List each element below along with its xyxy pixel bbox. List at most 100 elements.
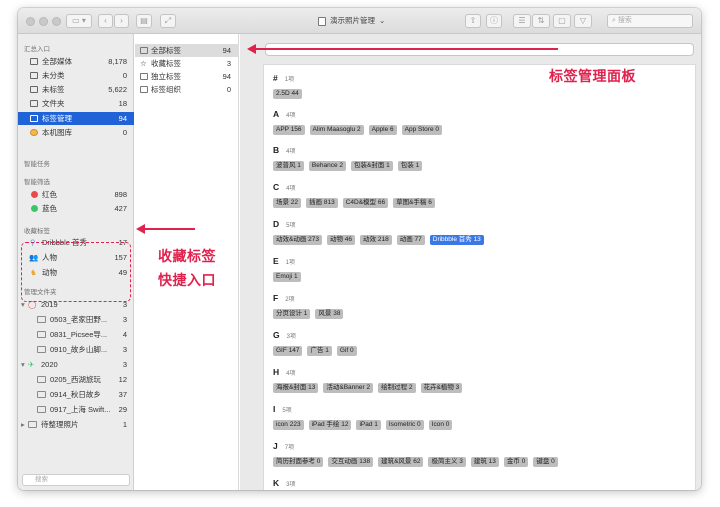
preview-button[interactable]: ▢ <box>553 14 571 28</box>
toolbar-search-input[interactable]: ⌕ 搜索 <box>607 14 693 28</box>
tag-chip[interactable]: Alim Maasoglu 2 <box>309 125 364 135</box>
tag-group-a: A 4项 <box>273 109 295 119</box>
tag-icon <box>140 73 148 80</box>
tag-chips-e: Emoji 1 <box>273 272 301 282</box>
tag-category-label: 全部标签 <box>151 46 181 55</box>
folder-count: 3 <box>122 345 127 354</box>
folder-item-2020[interactable]: ▾ ✈ 2020 3 <box>18 358 134 371</box>
sidebar-item-blue[interactable]: 蓝色 427 <box>18 202 134 215</box>
tag-chip[interactable]: 绘制过程 2 <box>378 383 416 393</box>
folder-item-0831[interactable]: 0831_Picsee导... 4 <box>18 328 134 341</box>
tag-chip[interactable]: 建筑&风景 62 <box>378 457 424 467</box>
minimize-window-button[interactable] <box>39 17 48 26</box>
sidebar-item-tag-manage[interactable]: 标签管理 94 <box>18 112 134 125</box>
fullscreen-button[interactable]: ⤢ <box>160 14 176 28</box>
tag-chip[interactable]: Isometric 0 <box>385 420 424 430</box>
folder-icon <box>37 316 46 323</box>
sidebar-search-input[interactable]: 搜索 <box>22 474 130 486</box>
tag-chip[interactable]: 键盘 0 <box>533 457 558 467</box>
sidebar-item-label: 标签管理 <box>42 114 72 123</box>
tag-chip[interactable]: iPad 1 <box>356 420 381 430</box>
folder-item-0205[interactable]: 0205_西湖旅玩 12 <box>18 373 134 386</box>
tag-chip[interactable]: 金币 0 <box>503 457 529 467</box>
tag-chip[interactable]: 广告 1 <box>307 346 332 356</box>
tag-chip[interactable]: Icon 0 <box>428 420 453 430</box>
tag-chip[interactable]: 包装&封面 1 <box>351 161 393 171</box>
tag-category-groups[interactable]: 标签组织 0 <box>135 83 239 96</box>
tag-chip[interactable]: 动物 46 <box>327 235 356 245</box>
tag-chip[interactable]: 插画 813 <box>306 198 338 208</box>
tag-chip[interactable]: Emoji 1 <box>273 272 301 282</box>
folder-label: 0910_故乡山脚... <box>50 345 108 354</box>
tag-chip[interactable]: 交互动画 138 <box>328 457 374 467</box>
annotation-arrow-line <box>144 228 195 230</box>
tag-chip[interactable]: 简历封面参考 0 <box>273 457 324 467</box>
folder-item-0910[interactable]: 0910_故乡山脚... 3 <box>18 343 134 356</box>
folder-item-0914[interactable]: 0914_秋日故乡 37 <box>18 388 134 401</box>
sidebar-item-red[interactable]: 红色 898 <box>18 188 134 201</box>
tag-chip[interactable]: 包装 1 <box>397 161 423 171</box>
folder-item-0503[interactable]: 0503_老家田野... 3 <box>18 313 134 326</box>
tag-category-all[interactable]: 全部标签 94 <box>135 44 239 57</box>
zoom-window-button[interactable] <box>52 17 61 26</box>
sidebar-item-untagged[interactable]: 未标签 5,622 <box>18 83 134 96</box>
tag-chip[interactable]: Gif 0 <box>336 346 357 356</box>
sidebar-item-all-media[interactable]: 全部媒体 8,178 <box>18 55 134 68</box>
tag-category-count: 94 <box>222 72 231 81</box>
tag-chip[interactable]: 风景 38 <box>315 309 344 319</box>
tag-chip[interactable]: 场景 22 <box>273 198 302 208</box>
tag-chip[interactable]: Behance 2 <box>308 161 347 171</box>
tag-chip[interactable]: 建筑 13 <box>470 457 499 467</box>
tag-manage-icon <box>30 115 38 122</box>
tag-chip[interactable]: 动效 218 <box>360 235 392 245</box>
sidebar-item-folders[interactable]: 文件夹 18 <box>18 97 134 110</box>
sidebar-toggle-button[interactable]: ▭ ▾ <box>66 14 92 28</box>
tag-category-favorites[interactable]: ☆ 收藏标签 3 <box>135 57 239 70</box>
tag-chip[interactable]: 极简主义 3 <box>428 457 466 467</box>
tag-chip[interactable]: 波普风 1 <box>273 161 304 171</box>
window-title[interactable]: 演示照片管理 ⌄ <box>318 15 385 27</box>
tag-chip[interactable]: 海报&封面 13 <box>273 383 319 393</box>
tag-chip-selected[interactable]: Dribbble 首秀 13 <box>429 235 484 245</box>
share-button[interactable]: ⇧ <box>465 14 481 28</box>
green-dot-icon <box>31 205 38 212</box>
tag-chip[interactable]: 2.5D 44 <box>273 89 302 99</box>
filter-button[interactable]: ▽ <box>574 14 592 28</box>
tag-chip[interactable]: 动画 77 <box>396 235 425 245</box>
tag-chip[interactable]: APP 156 <box>273 125 305 135</box>
favorites-highlight-box <box>21 242 131 302</box>
tag-group-e: E 1项 <box>273 256 295 266</box>
forward-button[interactable]: › <box>114 14 129 28</box>
folder-icon <box>30 100 38 107</box>
tag-category-label: 独立标签 <box>151 72 181 81</box>
sidebar-item-photo-library[interactable]: 本机图库 0 <box>18 126 134 139</box>
back-button[interactable]: ‹ <box>98 14 113 28</box>
tag-category-count: 0 <box>226 85 231 94</box>
tag-chip[interactable]: C4D&模型 66 <box>342 198 389 208</box>
tag-chip[interactable]: iPad 手绘 12 <box>308 420 352 430</box>
sidebar-item-unsorted[interactable]: 未分类 0 <box>18 69 134 82</box>
folder-item-to-organize[interactable]: ▸ 待整理照片 1 <box>18 418 134 431</box>
view-mode-button[interactable]: ▤ <box>136 14 152 28</box>
group-count: 3项 <box>286 482 296 488</box>
folder-item-0917[interactable]: 0917_上海 Swift... 29 <box>18 403 134 416</box>
tag-chip[interactable]: 动效&动画 273 <box>273 235 322 245</box>
tag-category-independent[interactable]: 独立标签 94 <box>135 70 239 83</box>
tag-chip[interactable]: 分页设计 1 <box>273 309 311 319</box>
annotation-panel-label: 标签管理面板 <box>549 68 636 84</box>
section-title-favorite-tags: 收藏标签 <box>24 228 50 235</box>
folder-icon <box>37 346 46 353</box>
tag-chip[interactable]: icon 223 <box>273 420 304 430</box>
tag-chip[interactable]: GIF 147 <box>273 346 303 356</box>
sort-button[interactable]: ⇅ <box>532 14 550 28</box>
tag-chip[interactable]: 活动&Banner 2 <box>323 383 374 393</box>
sidebar-item-label: 本机图库 <box>42 128 72 137</box>
tag-group-g: G 3项 <box>273 330 296 340</box>
close-window-button[interactable] <box>26 17 35 26</box>
tag-chip[interactable]: Apple 6 <box>368 125 397 135</box>
list-view-button[interactable]: ☰ <box>513 14 531 28</box>
tag-chip[interactable]: 花卉&植物 3 <box>420 383 463 393</box>
tag-chip[interactable]: App Store 0 <box>401 125 442 135</box>
tag-chip[interactable]: 草图&手稿 6 <box>393 198 435 208</box>
info-button[interactable]: ⓘ <box>486 14 502 28</box>
